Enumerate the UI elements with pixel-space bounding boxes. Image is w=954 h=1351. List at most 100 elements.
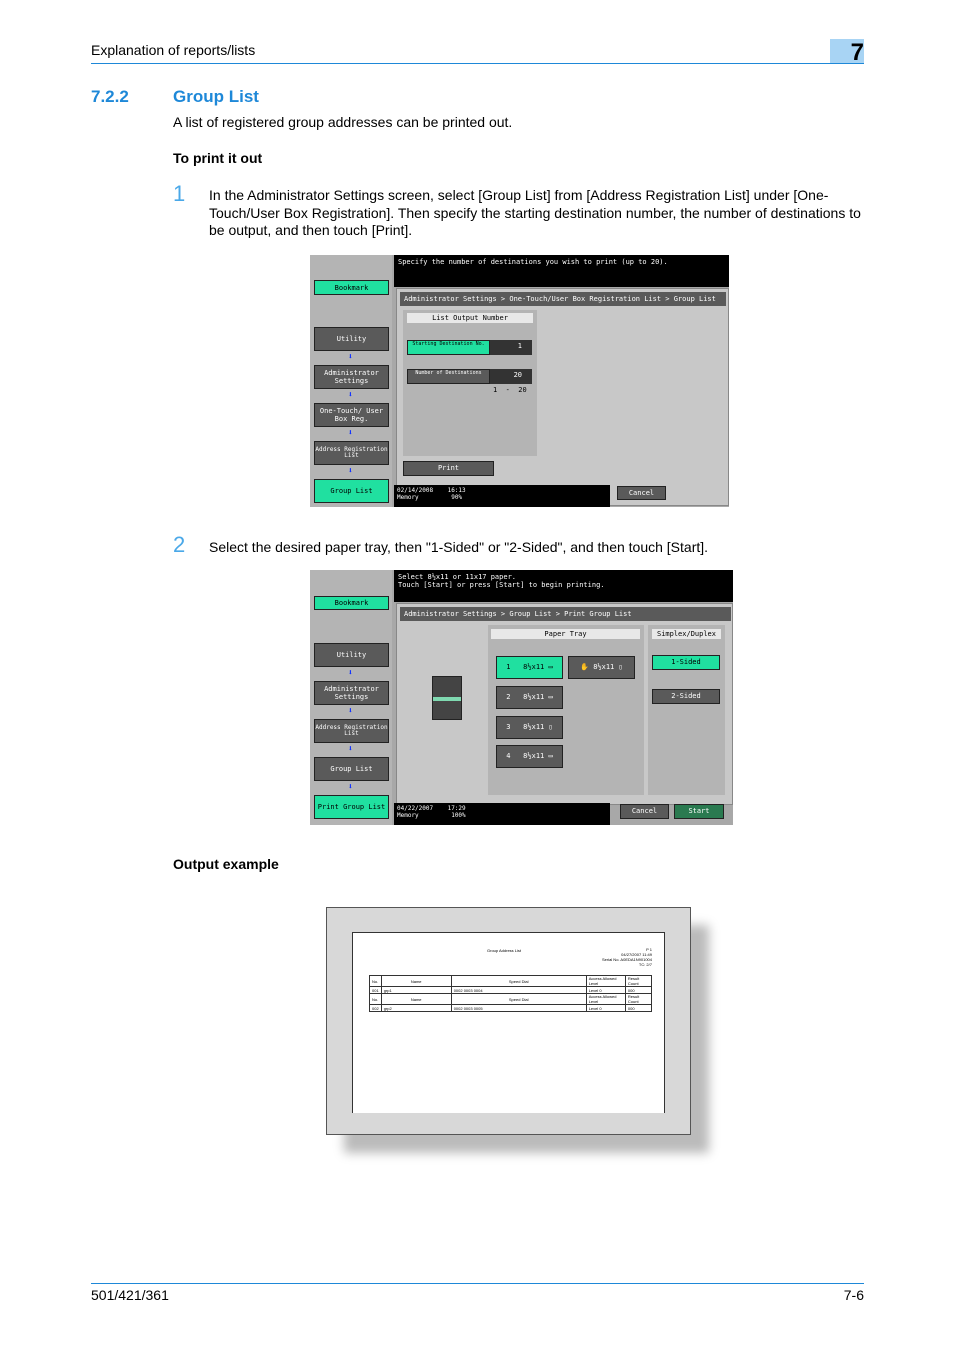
col-header: Access Allowed Level: [585, 993, 626, 1005]
subheading: To print it out: [173, 150, 263, 166]
tray-1-button[interactable]: 1 8½x11 ▭: [496, 656, 563, 679]
status-bar: 04/22/2007 17:29 Memory 100%: [394, 803, 610, 825]
starting-destination-value: 1: [490, 340, 532, 355]
col-header: Name: [380, 975, 452, 987]
cancel-button[interactable]: Cancel: [620, 804, 669, 819]
message-bar: Specify the number of destinations you w…: [394, 255, 729, 287]
tray-3-button[interactable]: 3 8½x11 ▯: [496, 716, 563, 739]
hand-icon: ✋: [580, 663, 589, 671]
step-number: 1: [173, 181, 186, 206]
date: 04/22/2007: [397, 805, 434, 812]
cell: Level 0: [585, 1004, 626, 1012]
memory-value: 90%: [451, 494, 463, 501]
tray-size: 8½x11 ▭: [523, 663, 553, 671]
section-number: 7.2.2: [91, 87, 129, 106]
col-header: Name: [380, 993, 452, 1005]
report-meta: P 1 04/27/2007 11:49 Serial No. A0EDA1N9…: [602, 947, 652, 967]
sidebar-item-print-group-list[interactable]: Print Group List: [314, 795, 389, 819]
printed-page: Group Address List P 1 04/27/2007 11:49 …: [352, 932, 665, 1113]
two-sided-button[interactable]: 2-Sided: [652, 689, 720, 704]
bookmark-button[interactable]: Bookmark: [314, 596, 389, 610]
col-header: Speed Dial: [450, 993, 587, 1005]
tray-4-button[interactable]: 4 8½x11 ▭: [496, 745, 563, 768]
cell: grp1: [380, 986, 452, 994]
message-line: Touch [Start] or press [Start] to begin …: [398, 581, 605, 589]
breadcrumb: Administrator Settings > Group List > Pr…: [400, 607, 731, 621]
cell: 001: [369, 986, 382, 994]
arrow-down-icon: ⬇: [348, 782, 353, 791]
sidebar-item-address-registration[interactable]: Address Registration List: [314, 719, 389, 743]
running-header: Explanation of reports/lists: [91, 42, 256, 58]
sidebar-item-one-touch[interactable]: One-Touch/ User Box Reg.: [314, 403, 389, 427]
bookmark-button[interactable]: Bookmark: [314, 280, 389, 295]
panel-title: List Output Number: [407, 313, 533, 323]
one-sided-button[interactable]: 1-Sided: [652, 655, 720, 670]
number-of-destinations-button[interactable]: Number of Destinations: [407, 369, 490, 384]
number-of-destinations-value: 20: [490, 369, 532, 384]
arrow-down-icon: ⬇: [348, 428, 353, 437]
time: 16:13: [447, 487, 466, 494]
step-number: 2: [173, 532, 186, 557]
table-row: 001 grp1 0002 0003 0004 Level 0 000: [369, 986, 653, 994]
cell: 002: [369, 1004, 382, 1012]
cell: 0002 0003 0005: [450, 1004, 587, 1012]
sidebar-item-administrator-settings[interactable]: Administrator Settings: [314, 365, 389, 389]
table-row: 002 grp2 0002 0003 0005 Level 0 000: [369, 1004, 653, 1012]
output-example-heading: Output example: [173, 856, 279, 872]
col-header: No.: [369, 975, 382, 987]
step-text: In the Administrator Settings screen, se…: [209, 187, 861, 238]
status-bar: 02/14/2008 16:13 Memory 90%: [394, 485, 610, 507]
tray-number: 3: [506, 723, 511, 731]
sidebar-item-administrator-settings[interactable]: Administrator Settings: [314, 681, 389, 705]
arrow-down-icon: ⬇: [348, 352, 353, 361]
message-bar: Select 8½x11 or 11x17 paper. Touch [Start…: [394, 570, 733, 602]
message-line: Select 8½x11 or 11x17 paper.: [398, 573, 517, 581]
tray-2-button[interactable]: 2 8½x11 ▭: [496, 686, 563, 709]
cell: 0002 0003 0004: [450, 986, 587, 994]
breadcrumb: Administrator Settings > One-Touch/User …: [400, 292, 726, 306]
starting-destination-button[interactable]: Starting Destination No.: [407, 340, 490, 355]
tray-size: 8½x11 ▭: [523, 752, 553, 760]
sidebar-item-utility[interactable]: Utility: [314, 327, 389, 351]
memory-label: Memory: [397, 494, 419, 501]
print-button[interactable]: Print: [403, 461, 494, 476]
bypass-tray-button[interactable]: ✋ 8½x11 ▯: [568, 656, 635, 679]
table-header-row: No. Name Speed Dial Access Allowed Level Res…: [369, 993, 653, 1005]
chapter-badge: 7: [830, 39, 864, 66]
col-header: Result Count: [624, 993, 653, 1005]
tray-size: 8½x11 ▯: [593, 663, 623, 671]
report-table: No. Name Speed Dial Access Allowed Level Res…: [369, 975, 653, 1012]
paper-tray-label: Paper Tray: [491, 629, 640, 639]
cancel-button[interactable]: Cancel: [617, 486, 666, 500]
sidebar-item-address-registration[interactable]: Address Registration List: [314, 441, 389, 465]
screenshot-print-group-list: Select 8½x11 or 11x17 paper. Touch [Start…: [310, 570, 733, 825]
tray-number: 1: [506, 663, 511, 671]
arrow-down-icon: ⬇: [348, 706, 353, 715]
arrow-down-icon: ⬇: [348, 390, 353, 399]
col-header: Result Count: [624, 975, 653, 987]
arrow-down-icon: ⬇: [348, 668, 353, 677]
paper-tray-panel: [488, 625, 644, 795]
tray-number: 4: [506, 752, 511, 760]
step-text: Select the desired paper tray, then "1-S…: [209, 539, 709, 555]
section-title: Group List: [173, 87, 259, 106]
range-label: 1 - 20: [493, 386, 527, 394]
col-header: Access Allowed Level: [585, 975, 626, 987]
arrow-down-icon: ⬇: [348, 744, 353, 753]
manual-page: Explanation of reports/lists 7 7.2.2 Gro…: [0, 0, 954, 1351]
sidebar-item-group-list[interactable]: Group List: [314, 479, 389, 503]
sidebar-item-utility[interactable]: Utility: [314, 643, 389, 667]
arrow-down-icon: ⬇: [348, 466, 353, 475]
cell: Level 0: [585, 986, 626, 994]
report-title: Group Address List: [487, 948, 522, 953]
report-tc: TC: 2/7: [638, 962, 652, 967]
footer-model: 501/421/361: [91, 1287, 169, 1303]
start-button[interactable]: Start: [674, 804, 724, 819]
output-example-frame: Group Address List P 1 04/27/2007 11:49 …: [326, 907, 691, 1135]
footer-rule: [91, 1283, 864, 1284]
col-header: Speed Dial: [450, 975, 587, 987]
date: 02/14/2008: [397, 487, 434, 494]
sidebar-item-group-list[interactable]: Group List: [314, 757, 389, 781]
cell: 000: [624, 986, 653, 994]
memory-label: Memory: [397, 812, 419, 819]
